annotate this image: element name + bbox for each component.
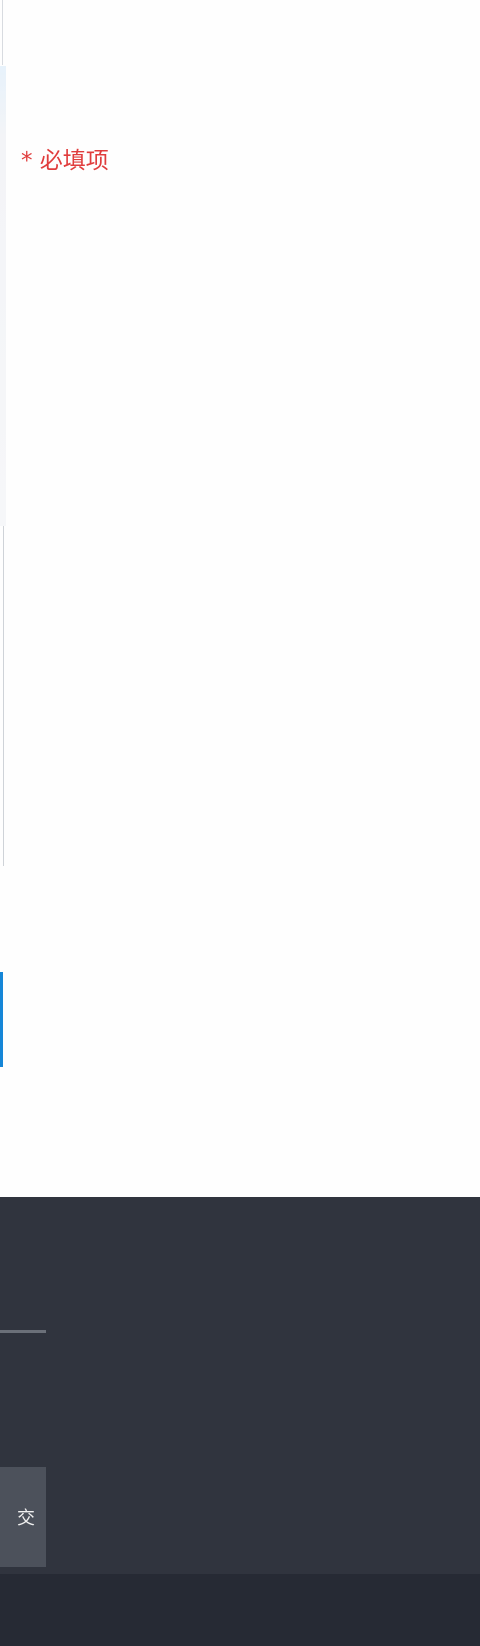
page-footer: 交: [0, 1197, 480, 1574]
required-fields-note: * 必填项: [21, 148, 109, 174]
textarea-left-border: [0, 526, 4, 866]
footer-divider: [0, 1330, 46, 1333]
form-field-left-border: [0, 0, 3, 65]
bottom-bar: [0, 1574, 480, 1646]
submit-button-label: 交: [17, 1508, 35, 1528]
active-accent-bar: [0, 972, 3, 1067]
form-section-panel-edge: [0, 66, 6, 526]
form-content-area: * 必填项: [0, 0, 480, 1197]
submit-button[interactable]: 交: [0, 1467, 46, 1567]
